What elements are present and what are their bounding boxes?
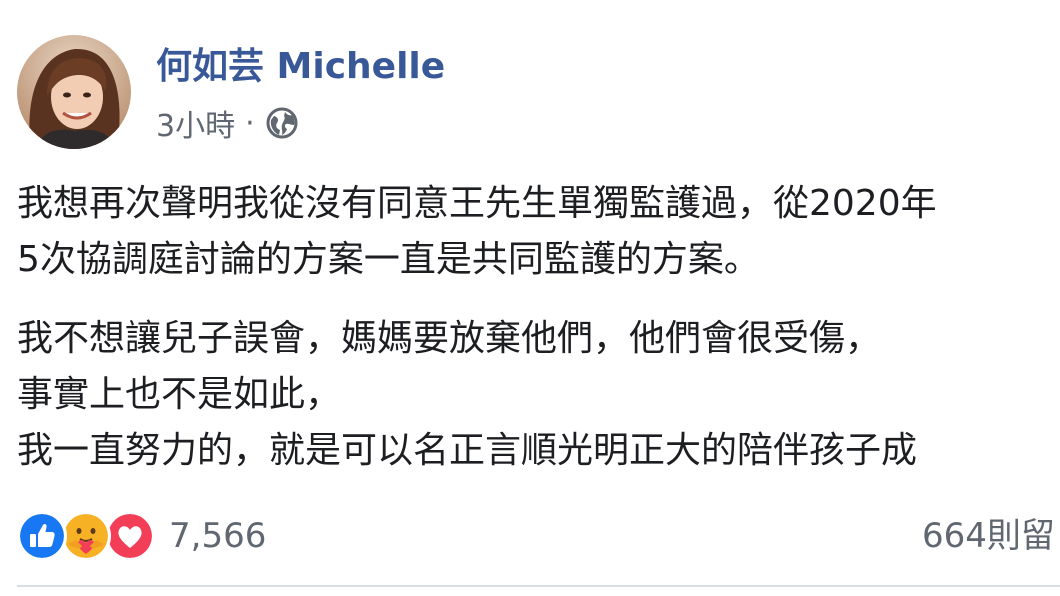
author-avatar[interactable]	[17, 35, 131, 149]
reaction-count: 7,566	[169, 516, 267, 556]
post-meta: 3小時 ·	[156, 100, 299, 146]
globe-icon[interactable]	[265, 106, 299, 140]
comment-count-link[interactable]: 664則留	[922, 510, 1055, 562]
post-body-line-4: 事實上也不是如此，	[17, 374, 342, 415]
facebook-post: 何如芸 Michelle 3小時 · 我想再次聲明我從沒有同意王先生單獨監護過，…	[0, 0, 1060, 596]
author-name-link[interactable]: 何如芸 Michelle	[156, 42, 445, 92]
post-body-line-2: 5次協調庭討論的方案一直是共同監護的方案。	[17, 239, 760, 280]
love-icon	[105, 511, 155, 561]
post-timestamp[interactable]: 3小時	[156, 101, 235, 145]
reactions-summary[interactable]: 7,566	[17, 510, 266, 562]
care-icon	[61, 511, 111, 561]
post-body-line-5: 我一直努力的，就是可以名正言順光明正大的陪伴孩子成	[17, 430, 918, 471]
footer-divider	[17, 585, 1060, 587]
post-body-line-1: 我想再次聲明我從沒有同意王先生單獨監護過，從2020年	[17, 183, 937, 224]
post-body-line-3: 我不想讓兒子誤會，媽媽要放棄他們，他們會很受傷，	[17, 318, 882, 359]
meta-separator: ·	[245, 105, 255, 141]
like-icon	[17, 511, 67, 561]
